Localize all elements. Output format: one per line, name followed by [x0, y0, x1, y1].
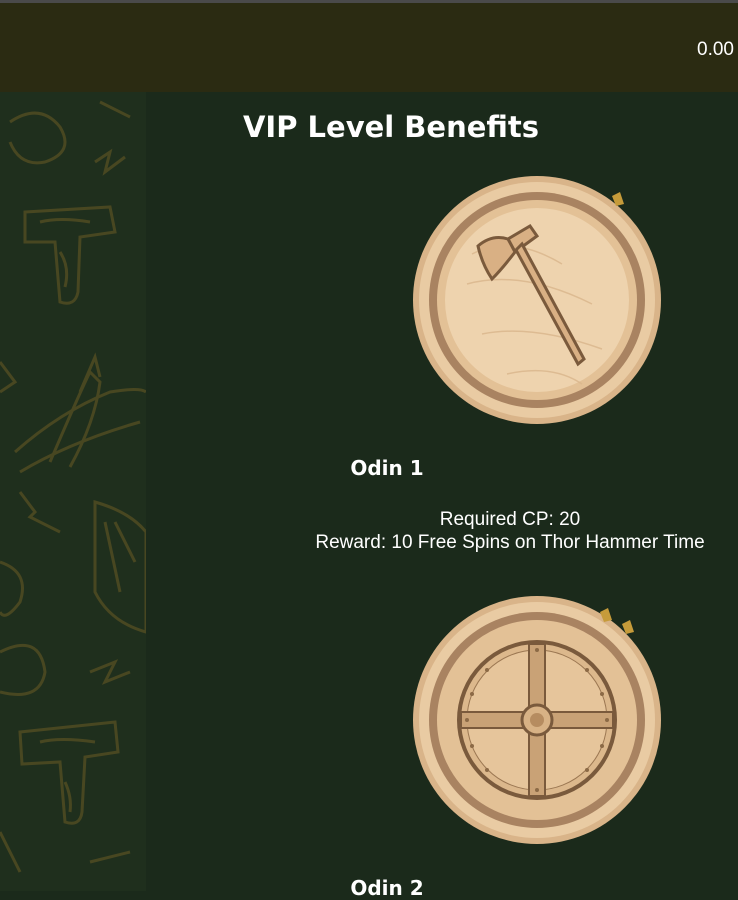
level-name: Odin 2 [350, 876, 424, 900]
main-content: VIP Level Benefits Odin 1 Required CP: 2… [146, 92, 738, 900]
balance-display[interactable]: 0.00 [697, 39, 734, 61]
axe-icon [413, 176, 661, 424]
norse-pattern-decoration [0, 100, 146, 873]
required-cp: Required CP: 20 [439, 509, 581, 530]
page-title: VIP Level Benefits [242, 110, 540, 144]
top-header: 0.00 [0, 3, 738, 92]
reward-text: Reward: 10 Free Spins on Thor Hammer Tim… [315, 532, 705, 553]
level-name: Odin 1 [350, 456, 424, 480]
shield-icon [413, 596, 661, 844]
sidebar-norse-pattern [0, 92, 146, 891]
level-details: Required CP: 20 Reward: 10 Free Spins on… [259, 508, 738, 554]
